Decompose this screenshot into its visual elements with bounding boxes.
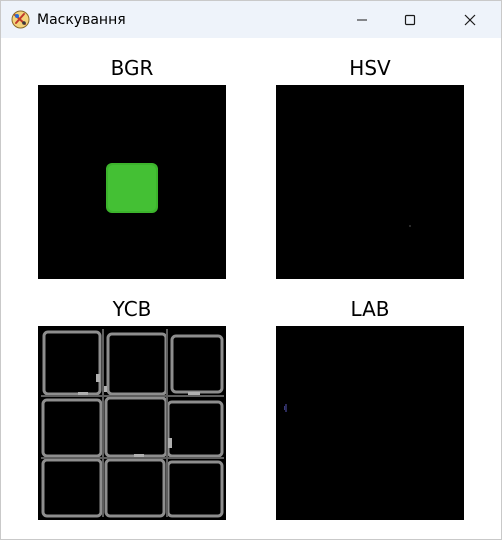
ycb-mask-graphic [41, 329, 224, 518]
bgr-mask-graphic [106, 163, 158, 213]
bgr-mask-image [38, 85, 226, 279]
minimize-button[interactable] [339, 1, 385, 38]
hsv-label: HSV [349, 56, 391, 80]
bgr-label: BGR [110, 56, 154, 80]
ycb-label: YCB [112, 297, 152, 321]
close-button[interactable] [447, 1, 493, 38]
app-icon [11, 10, 30, 29]
ycb-mask-image [38, 326, 226, 520]
maximize-icon [404, 14, 416, 25]
close-icon [464, 14, 476, 25]
app-window: Маскування BGR HSV YCB LAB [0, 0, 502, 540]
minimize-icon [357, 19, 367, 20]
hsv-mask-graphic [409, 225, 411, 227]
window-title: Маскування [37, 12, 126, 28]
lab-label: LAB [350, 297, 390, 321]
lab-mask-graphic [284, 404, 287, 412]
maximize-button[interactable] [387, 1, 433, 38]
lab-mask-image [276, 326, 464, 520]
title-bar[interactable]: Маскування [1, 1, 501, 38]
hsv-mask-image [276, 85, 464, 279]
